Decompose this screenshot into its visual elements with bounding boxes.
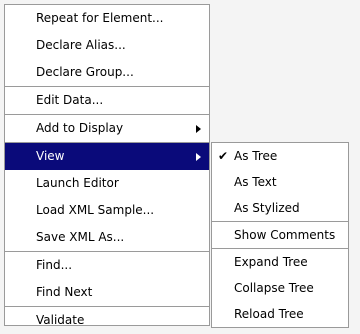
submenu-arrow-icon (196, 152, 201, 161)
menu-item-add-to-display[interactable]: Add to Display (5, 115, 209, 142)
submenu-item-collapse-tree[interactable]: Collapse Tree (212, 275, 348, 301)
submenu-item-expand-tree[interactable]: Expand Tree (212, 249, 348, 275)
menu-item-label: Launch Editor (36, 176, 119, 190)
menu-group-display: Add to Display (5, 114, 209, 142)
submenu-item-as-tree[interactable]: ✔ As Tree (212, 143, 348, 169)
submenu-item-label: Expand Tree (234, 255, 308, 269)
menu-item-declare-alias[interactable]: Declare Alias... (5, 32, 209, 59)
menu-item-label: Save XML As... (36, 230, 125, 244)
submenu-item-label: As Stylized (234, 201, 300, 215)
menu-item-label: Edit Data... (36, 93, 104, 107)
menu-item-save-xml-as[interactable]: Save XML As... (5, 224, 209, 251)
menu-group-declare: Repeat for Element... Declare Alias... D… (5, 5, 209, 86)
submenu-group-comments: Show Comments (212, 221, 348, 248)
submenu-item-label: Reload Tree (234, 307, 304, 321)
submenu-group-format: ✔ As Tree As Text As Stylized (212, 143, 348, 221)
menu-item-label: View (36, 149, 65, 163)
submenu-item-as-stylized[interactable]: As Stylized (212, 195, 348, 221)
menu-item-label: Find Next (36, 285, 93, 299)
menu-item-view[interactable]: View (5, 143, 209, 170)
menu-item-label: Repeat for Element... (36, 11, 164, 25)
menu-item-label: Find... (36, 258, 73, 272)
menu-item-load-xml-sample[interactable]: Load XML Sample... (5, 197, 209, 224)
submenu-item-label: Collapse Tree (234, 281, 314, 295)
menu-item-launch-editor[interactable]: Launch Editor (5, 170, 209, 197)
menu-group-view: View Launch Editor Load XML Sample... Sa… (5, 142, 209, 251)
context-menu: Repeat for Element... Declare Alias... D… (4, 4, 210, 327)
menu-group-edit: Edit Data... (5, 86, 209, 114)
menu-item-label: Load XML Sample... (36, 203, 155, 217)
menu-item-label: Declare Alias... (36, 38, 126, 52)
submenu-item-label: As Text (234, 175, 277, 189)
submenu-item-show-comments[interactable]: Show Comments (212, 222, 348, 248)
menu-item-find[interactable]: Find... (5, 252, 209, 279)
submenu-arrow-icon (196, 124, 201, 133)
menu-item-find-next[interactable]: Find Next (5, 279, 209, 306)
submenu-group-tree: Expand Tree Collapse Tree Reload Tree (212, 248, 348, 327)
view-submenu: ✔ As Tree As Text As Stylized Show Comme… (211, 142, 349, 328)
menu-item-edit-data[interactable]: Edit Data... (5, 87, 209, 114)
submenu-item-reload-tree[interactable]: Reload Tree (212, 301, 348, 327)
menu-item-label: Declare Group... (36, 65, 134, 79)
submenu-item-label: Show Comments (234, 228, 336, 242)
menu-item-declare-group[interactable]: Declare Group... (5, 59, 209, 86)
menu-item-label: Add to Display (36, 121, 124, 135)
menu-group-find: Find... Find Next (5, 251, 209, 306)
menu-item-label: Validate (36, 313, 85, 327)
submenu-item-label: As Tree (234, 149, 278, 163)
checkmark-icon: ✔ (218, 149, 229, 163)
menu-item-repeat-for-element[interactable]: Repeat for Element... (5, 5, 209, 32)
submenu-item-as-text[interactable]: As Text (212, 169, 348, 195)
